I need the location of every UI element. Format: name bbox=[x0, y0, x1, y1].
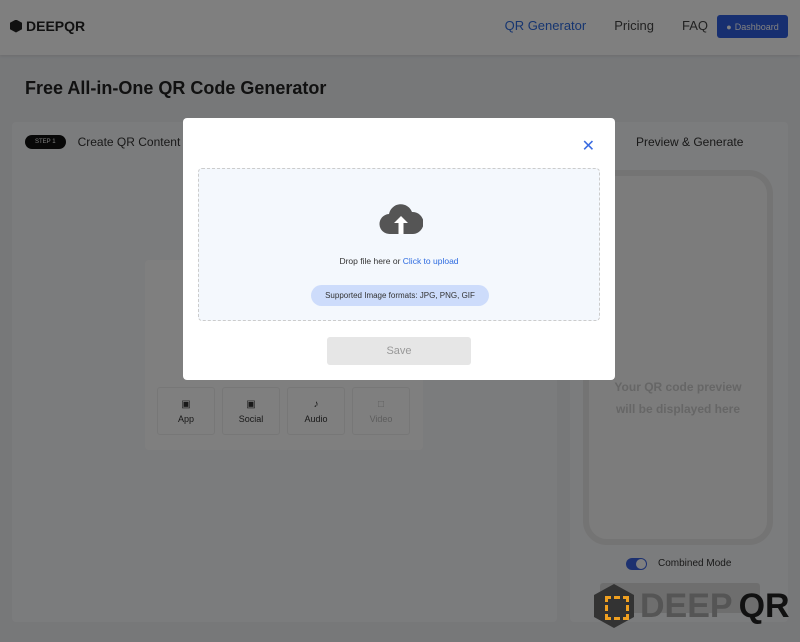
upload-modal: ✕ Drop file here or Click to upload Supp… bbox=[183, 118, 615, 380]
click-to-upload-link[interactable]: Click to upload bbox=[403, 256, 459, 266]
supported-formats-badge: Supported Image formats: JPG, PNG, GIF bbox=[311, 285, 489, 306]
watermark: DEEP QR bbox=[594, 584, 790, 628]
close-icon[interactable]: ✕ bbox=[582, 136, 595, 156]
cloud-upload-icon bbox=[379, 204, 423, 235]
watermark-logo-icon bbox=[594, 584, 634, 628]
save-button[interactable]: Save bbox=[327, 337, 471, 365]
upload-dropzone[interactable]: Drop file here or Click to upload Suppor… bbox=[198, 168, 600, 321]
drop-text: Drop file here or bbox=[339, 256, 401, 266]
drop-instructions: Drop file here or Click to upload bbox=[199, 256, 599, 266]
